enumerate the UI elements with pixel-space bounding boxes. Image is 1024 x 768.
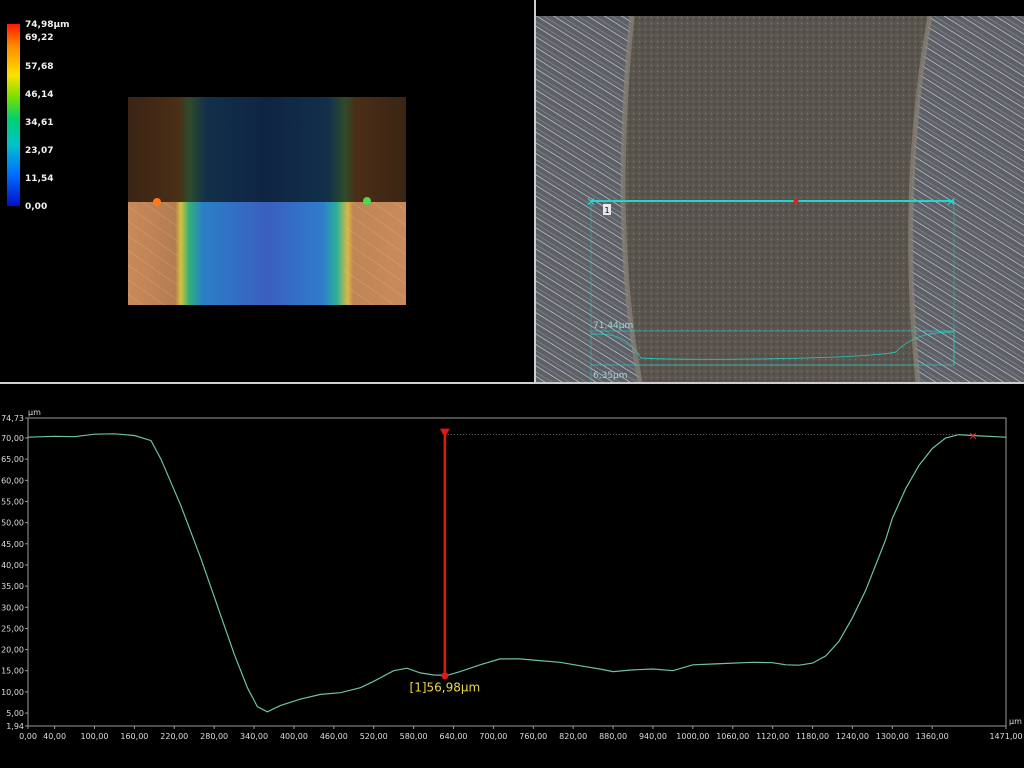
x-tick-label: 1360,00 [916, 732, 949, 741]
x-tick-label: 1060,00 [716, 732, 749, 741]
overlay-depth-label: 6,35µm [593, 371, 628, 381]
x-tick-label: 940,00 [639, 732, 667, 741]
overlay-height-label: 71,44µm [593, 321, 633, 331]
x-tick-label: 220,00 [160, 732, 188, 741]
profile-start-marker [153, 198, 161, 206]
annotation-layer: [1]56,98µm [410, 428, 976, 695]
optical-image[interactable]: ✕ ✕ 1 71,44µm 6,35µm [536, 16, 1024, 382]
profile-end-icon: ✕ [968, 430, 977, 443]
x-tick-label: 520,00 [360, 732, 388, 741]
x-tick-label: 760,00 [519, 732, 547, 741]
x-tick-label: 1300,00 [876, 732, 909, 741]
x-tick-label: 640,00 [440, 732, 468, 741]
plot-frame [27, 417, 1007, 727]
x-axis-unit-label: µm [1009, 717, 1022, 726]
x-tick-label: 40,00 [43, 732, 66, 741]
y-tick-label: 60,00 [1, 476, 24, 485]
y-tick-label: 10,00 [1, 688, 24, 697]
x-tick-label: 1180,00 [796, 732, 829, 741]
x-tick-label: 1240,00 [836, 732, 869, 741]
measurement-bottom-marker [441, 672, 449, 680]
x-tick-label: 1120,00 [756, 732, 789, 741]
x-tick-label: 0,00 [19, 732, 37, 741]
profile-chart[interactable]: µm µm 74,73 70,00 65,00 60,00 55,00 50,00 45,0… [0, 384, 1024, 768]
y-tick-label: 45,00 [1, 540, 24, 549]
y-tick-label: 30,00 [1, 603, 24, 612]
height-map-panel[interactable]: 74,98µm 69,22 57,68 46,14 34,61 23,07 11… [0, 0, 534, 382]
x-tick-label: 880,00 [599, 732, 627, 741]
y-tick-label: 55,00 [1, 497, 24, 506]
y-axis-unit-label: µm [28, 408, 41, 417]
profile-line-series [27, 433, 1007, 713]
marker-tag-label: 1 [605, 206, 610, 215]
y-tick-label: 40,00 [1, 561, 24, 570]
y-tick-label: 1,94 [6, 722, 24, 731]
y-tick-label: 65,00 [1, 455, 24, 464]
x-tick-label: 460,00 [320, 732, 348, 741]
profile-end-marker [363, 197, 371, 205]
y-tick-label: 50,00 [1, 519, 24, 528]
series-layer [27, 433, 1007, 713]
y-axis: 74,73 70,00 65,00 60,00 55,00 50,00 45,00 40,00… [1, 414, 28, 731]
y-tick-label: 35,00 [1, 582, 24, 591]
measurement-label: [1]56,98µm [410, 681, 481, 695]
optical-image-panel[interactable]: ✕ ✕ 1 71,44µm 6,35µm [536, 16, 1024, 382]
profile-center-marker [793, 198, 799, 204]
x-tick-label: 820,00 [559, 732, 587, 741]
profile-chart-panel[interactable]: µm µm 74,73 70,00 65,00 60,00 55,00 50,00 45,0… [0, 384, 1024, 768]
x-tick-label: 340,00 [240, 732, 268, 741]
measurement-top-marker [439, 428, 450, 438]
y-tick-label: 15,00 [1, 667, 24, 676]
x-tick-label: 280,00 [200, 732, 228, 741]
y-tick-label: 74,73 [1, 414, 24, 423]
x-tick-label: 1471,00 [989, 732, 1022, 741]
trench-bottom-region [623, 16, 930, 382]
x-tick-label: 580,00 [400, 732, 428, 741]
height-map-image[interactable] [0, 0, 534, 382]
y-tick-label: 5,00 [6, 709, 24, 718]
profile-line-end-icon: ✕ [946, 195, 956, 209]
height-map-back-face [128, 97, 406, 202]
y-tick-label: 25,00 [1, 624, 24, 633]
y-tick-label: 70,00 [1, 434, 24, 443]
x-tick-label: 400,00 [280, 732, 308, 741]
x-tick-label: 160,00 [120, 732, 148, 741]
x-tick-label: 700,00 [479, 732, 507, 741]
x-tick-label: 100,00 [80, 732, 108, 741]
x-tick-label: 1000,00 [676, 732, 709, 741]
x-axis: 0,00 40,00 100,00 160,00 220,00 280,00 340,00 4… [19, 726, 1023, 741]
y-tick-label: 20,00 [1, 646, 24, 655]
